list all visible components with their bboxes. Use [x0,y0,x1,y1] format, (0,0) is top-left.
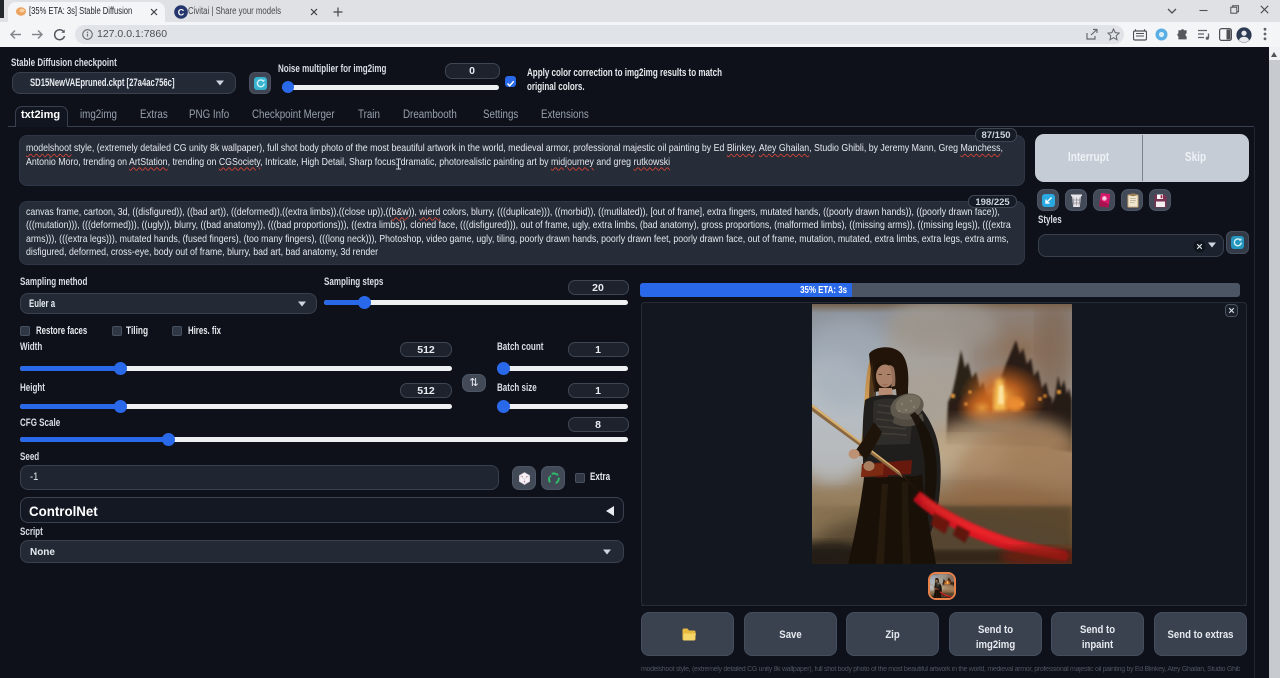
svg-text:C: C [178,7,185,17]
